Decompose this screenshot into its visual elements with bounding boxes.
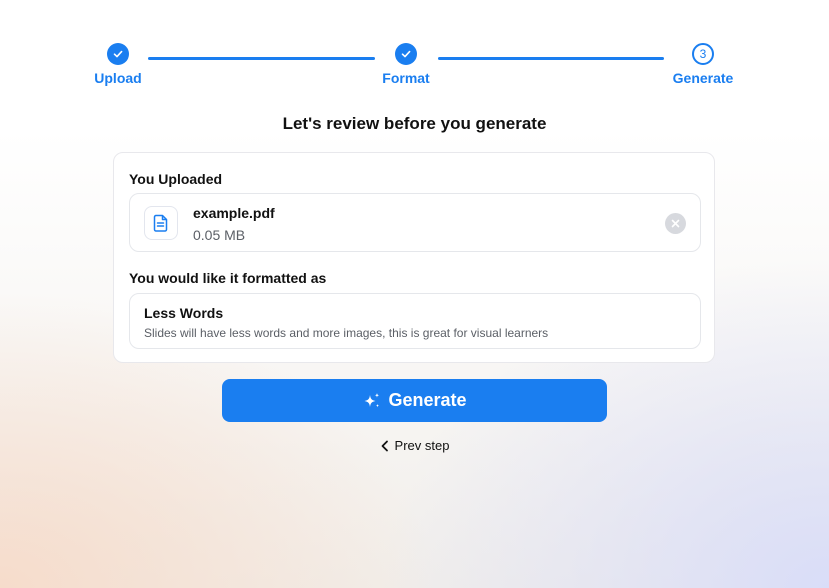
prev-step-link[interactable]: Prev step (0, 438, 829, 453)
remove-file-button[interactable] (665, 213, 686, 234)
close-icon (671, 219, 680, 228)
file-size: 0.05 MB (193, 227, 246, 243)
file-name: example.pdf (193, 205, 275, 221)
review-card: You Uploaded example.pdf 0.05 MB You wou… (113, 152, 715, 363)
generate-button[interactable]: Generate (222, 379, 607, 422)
progress-stepper: 3 Upload Format Generate (0, 0, 829, 100)
step-label-format: Format (382, 70, 430, 86)
uploaded-file-item: example.pdf 0.05 MB (129, 193, 701, 252)
document-icon (144, 206, 178, 240)
format-description: Slides will have less words and more ima… (144, 326, 549, 340)
selected-format-option: Less Words Slides will have less words a… (129, 293, 701, 349)
format-title: Less Words (144, 305, 224, 321)
prev-step-label: Prev step (394, 438, 450, 453)
step-generate-number: 3 (692, 43, 714, 65)
sparkle-icon (364, 392, 380, 407)
step-label-upload: Upload (94, 70, 142, 86)
step-connector-1 (148, 57, 375, 60)
page-title: Let's review before you generate (282, 114, 547, 133)
step-format-check-icon (395, 43, 417, 65)
uploaded-heading: You Uploaded (129, 171, 223, 187)
step-connector-2 (438, 57, 664, 60)
generate-button-label: Generate (388, 390, 467, 410)
step-label-generate: Generate (672, 70, 734, 86)
step-upload-check-icon (107, 43, 129, 65)
format-heading: You would like it formatted as (129, 270, 327, 286)
chevron-left-icon (381, 440, 388, 451)
